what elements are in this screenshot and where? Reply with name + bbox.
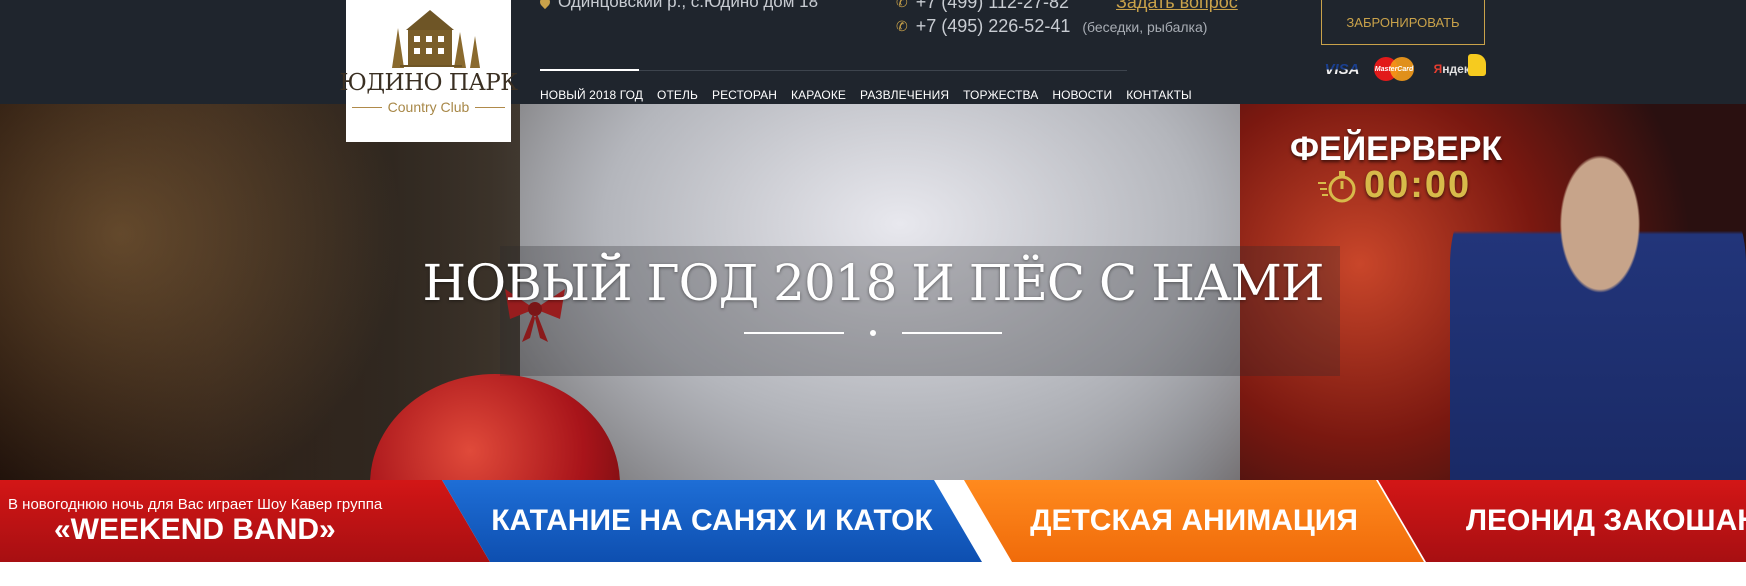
logo-rule-right [475, 106, 506, 108]
events-ribbon: В новогоднюю ночь для Вас играет Шоу Кав… [0, 480, 1746, 562]
divider-line-right [902, 332, 1002, 334]
nav-item-entertainment[interactable]: РАЗВЛЕЧЕНИЯ [860, 88, 949, 102]
nav-active-indicator [540, 69, 639, 71]
logo-subtitle: Country Club [387, 99, 470, 115]
title-divider [0, 330, 1746, 336]
phone-1-number: +7 (499) 112-27-82 [915, 0, 1070, 12]
mastercard-text: MasterCard [1374, 65, 1414, 73]
yandex-money-icon: Яндекс [1424, 54, 1486, 82]
address: Одинцовский р., с.Юдино дом 18 [537, 0, 819, 12]
hero-banner[interactable]: НОВЫЙ ГОД 2018 И ПЁС С НАМИ ФЕЙЕРВЕРК 00… [0, 104, 1746, 480]
phone-2-note: (беседки, рыбалка) [1082, 18, 1208, 35]
band-name: «WEEKEND BAND» [54, 512, 336, 546]
band-intro: В новогоднюю ночь для Вас играет Шоу Кав… [8, 495, 383, 513]
phone-2-number: +7 (495) 226-52-41 [915, 16, 1071, 36]
location-pin-icon [537, 0, 553, 10]
phone-1[interactable]: ✆ +7 (499) 112-27-82 [896, 0, 1069, 13]
main-nav: НОВЫЙ 2018 ГОД ОТЕЛЬ РЕСТОРАН КАРАОКЕ РА… [540, 88, 1192, 102]
ribbon-sledding[interactable]: КАТАНИЕ НА САНЯХ И КАТОК [442, 480, 982, 562]
visa-icon: VISA [1321, 56, 1363, 82]
address-text: Одинцовский р., с.Юдино дом 18 [558, 0, 819, 11]
ribbon-band[interactable]: В новогоднюю ночь для Вас играет Шоу Кав… [0, 480, 490, 562]
visa-text: VISA [1324, 60, 1360, 78]
nav-item-karaoke[interactable]: КАРАОКЕ [791, 88, 846, 102]
ribbon-singer[interactable]: ЛЕОНИД ЗАКОШАНСКИЙ [1378, 480, 1746, 562]
sledding-label: КАТАНИЕ НА САНЯХ И КАТОК [491, 504, 933, 537]
nav-item-hotel[interactable]: ОТЕЛЬ [657, 88, 698, 102]
nav-item-new-year[interactable]: НОВЫЙ 2018 ГОД [540, 88, 643, 102]
book-button[interactable]: ЗАБРОНИРОВАТЬ [1321, 0, 1485, 45]
fireworks-time: 00:00 [1364, 164, 1472, 206]
title-overlay [500, 246, 1340, 376]
divider-dot [870, 330, 876, 336]
phone-icon: ✆ [896, 18, 908, 34]
phone-2[interactable]: ✆ +7 (495) 226-52-41 (беседки, рыбалка) [896, 16, 1207, 37]
ribbon-kids-animation[interactable]: ДЕТСКАЯ АНИМАЦИЯ [964, 480, 1424, 562]
site-header: ЮДИНО ПАРК Country Club Одинцовский р., … [0, 0, 1746, 142]
mastercard-icon: MasterCard [1372, 56, 1416, 82]
site-logo[interactable]: ЮДИНО ПАРК Country Club [339, 0, 518, 142]
hotel-building-icon [391, 10, 480, 68]
nav-item-news[interactable]: НОВОСТИ [1052, 88, 1112, 102]
nav-item-contacts[interactable]: КОНТАКТЫ [1126, 88, 1192, 102]
wallet-icon [1468, 54, 1486, 76]
stopwatch-icon [1318, 170, 1356, 202]
ask-question-link[interactable]: Задать вопрос [1116, 0, 1238, 13]
kids-animation-label: ДЕТСКАЯ АНИМАЦИЯ [1030, 504, 1358, 537]
yandex-letter: Я [1433, 62, 1443, 76]
singer-label: ЛЕОНИД ЗАКОШАНСКИЙ [1466, 504, 1746, 537]
phone-icon: ✆ [896, 0, 908, 10]
divider-line-left [744, 332, 844, 334]
nav-item-restaurant[interactable]: РЕСТОРАН [712, 88, 777, 102]
logo-title: ЮДИНО ПАРК [339, 70, 518, 96]
nav-item-celebrations[interactable]: ТОРЖЕСТВА [963, 88, 1038, 102]
logo-subtitle-row: Country Club [351, 99, 506, 115]
fireworks-timer: 00:00 [1318, 164, 1471, 207]
singer-photo [1450, 124, 1746, 480]
logo-rule-left [351, 106, 382, 108]
